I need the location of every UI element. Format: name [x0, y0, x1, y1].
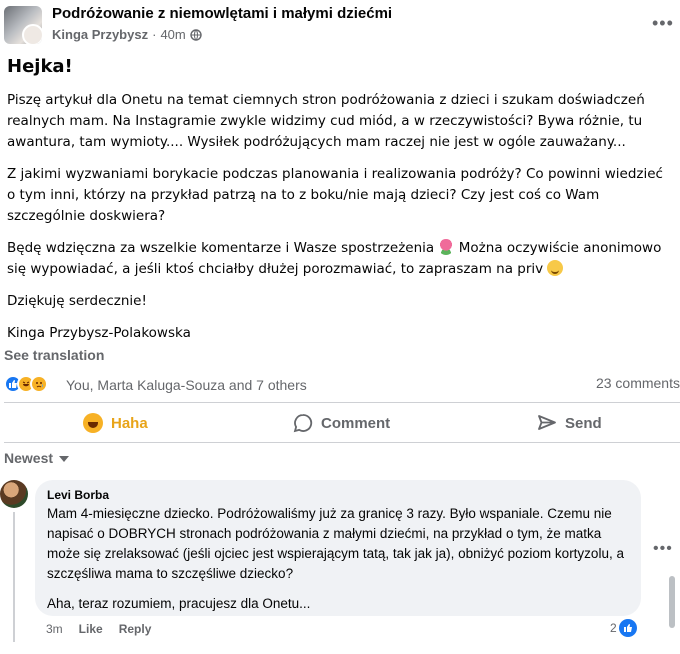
post-greeting: Hejka!: [7, 56, 73, 77]
post-meta: Kinga Przybysz · 40m: [52, 27, 202, 42]
tulip-emoji: [438, 239, 455, 255]
comment-bubble: Levi Borba Mam 4-miesięczne dziecko. Pod…: [35, 480, 641, 616]
divider: [4, 442, 680, 443]
caret-down-icon: [59, 456, 70, 462]
meta-separator: ·: [152, 27, 157, 42]
smile-emoji: [547, 260, 564, 276]
send-label: Send: [565, 414, 602, 432]
comment-like-button[interactable]: Like: [79, 622, 103, 636]
post-paragraph: Z jakimi wyzwaniami borykacie podczas pl…: [7, 166, 663, 224]
comment-reactions[interactable]: 2: [610, 619, 637, 637]
comment-footer: 3m Like Reply: [46, 622, 151, 636]
comment-time[interactable]: 3m: [46, 622, 63, 636]
post-thanks: Dziękuję serdecznie!: [7, 293, 147, 309]
like-badge-icon: [618, 619, 637, 637]
reaction-names[interactable]: You, Marta Kaluga-Souza and 7 others: [66, 377, 307, 393]
group-name[interactable]: Podróżowanie z niemowlętami i małymi dzi…: [52, 5, 392, 22]
thread-line: [13, 512, 15, 642]
comment-like-count: 2: [610, 621, 617, 635]
scrollbar[interactable]: [669, 576, 675, 628]
comment-more-icon[interactable]: •••: [653, 540, 673, 558]
comment-icon: [293, 414, 313, 433]
comment-paragraph: Aha, teraz rozumiem, pracujesz dla Onetu…: [47, 596, 311, 611]
comment-button[interactable]: Comment: [293, 405, 390, 441]
send-button[interactable]: Send: [537, 405, 602, 441]
divider: [4, 402, 680, 403]
reaction-icons[interactable]: [4, 375, 48, 393]
globe-icon: [190, 28, 202, 41]
author-avatar[interactable]: [22, 24, 42, 44]
comment-paragraph: Mam 4-miesięczne dziecko. Podróżowaliśmy…: [47, 506, 624, 581]
sort-label: Newest: [4, 450, 54, 466]
haha-icon: [83, 413, 103, 433]
post-paragraph: Będę wdzięczna za wszelkie komentarze i …: [7, 238, 673, 280]
haha-button[interactable]: Haha: [83, 405, 148, 441]
send-icon: [538, 415, 556, 430]
post-header: Podróżowanie z niemowlętami i małymi dzi…: [0, 0, 680, 50]
see-translation-link[interactable]: See translation: [4, 347, 104, 363]
action-bar: Haha Comment Send: [0, 405, 680, 441]
reactions-summary: You, Marta Kaluga-Souza and 7 others 23 …: [4, 375, 680, 397]
post-paragraph-part: Będę wdzięczna za wszelkie komentarze i …: [7, 240, 435, 256]
comment-reply-button[interactable]: Reply: [119, 622, 152, 636]
comment-label: Comment: [321, 414, 391, 432]
comment-sort-dropdown[interactable]: Newest: [4, 450, 70, 466]
post-time[interactable]: 40m: [160, 27, 185, 42]
comment-count[interactable]: 23 comments: [596, 375, 680, 391]
post-author[interactable]: Kinga Przybysz: [52, 27, 148, 42]
comment-author[interactable]: Levi Borba: [47, 488, 629, 502]
post-signature: Kinga Przybysz-Polakowska: [7, 325, 191, 341]
comment-text: Mam 4-miesięczne dziecko. Podróżowaliśmy…: [47, 504, 629, 614]
sad-reaction-icon: [30, 375, 48, 393]
haha-label: Haha: [111, 414, 148, 432]
more-options-icon[interactable]: •••: [652, 14, 674, 32]
group-avatar[interactable]: [4, 6, 42, 44]
post-body: Hejka! Piszę artykuł dla Onetu na temat …: [7, 56, 673, 355]
commenter-avatar[interactable]: [0, 480, 28, 508]
post-paragraph: Piszę artykuł dla Onetu na temat ciemnyc…: [7, 92, 645, 150]
